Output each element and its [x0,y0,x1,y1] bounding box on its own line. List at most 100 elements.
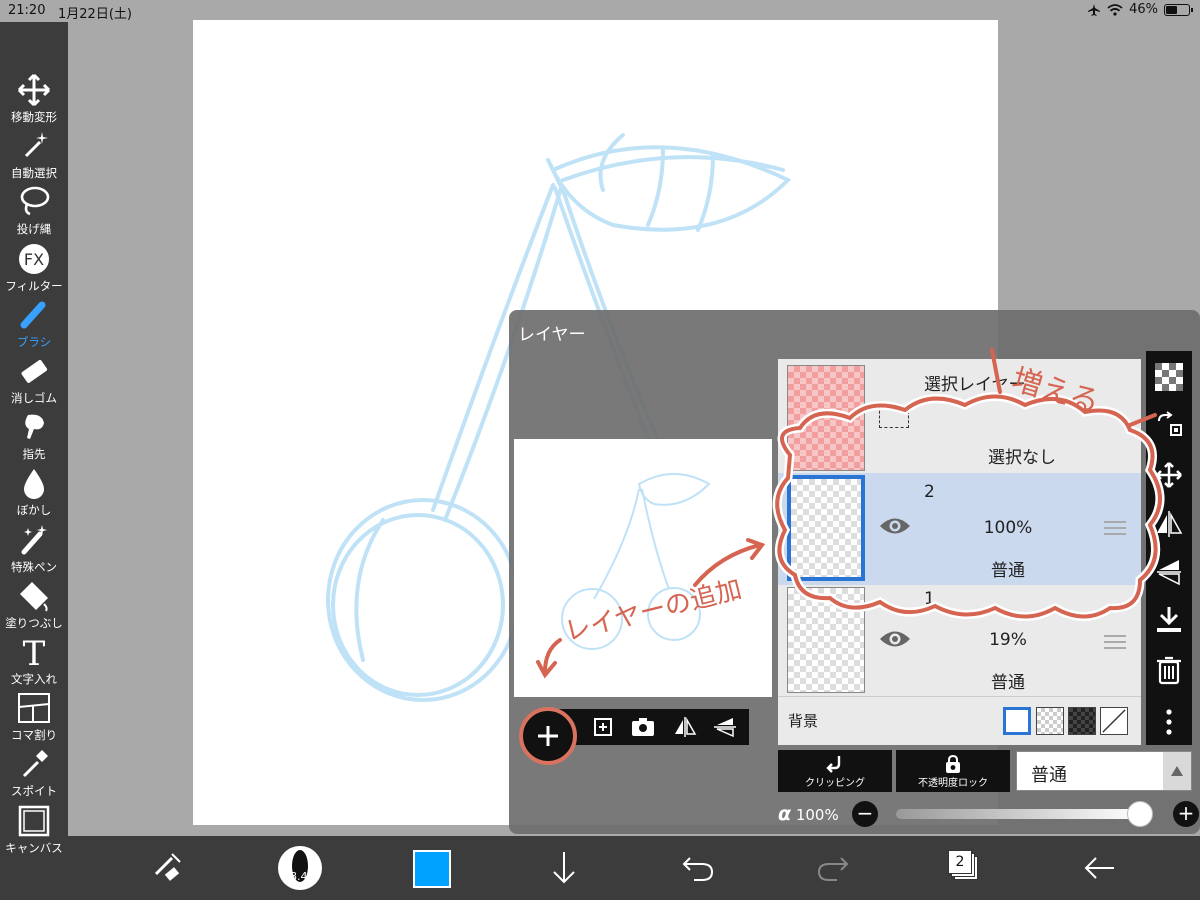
bottom-toolbar: 8.4 2 [68,836,1200,900]
plus-icon [538,726,558,746]
layer-swap-icon[interactable] [1155,411,1183,441]
tool-label: 投げ縄 [16,222,52,236]
more-options-icon[interactable] [1155,707,1183,737]
brush-size-button[interactable]: 8.4 [278,846,322,890]
layer-opacity: 19% [989,630,1027,650]
opacity-row: α 100% − + [778,799,1199,829]
tool-fx[interactable]: FX フィルター [0,241,68,297]
tool-blur[interactable]: ぼかし [0,465,68,521]
tool-move[interactable]: 移動変形 [0,72,68,128]
blend-mode-arrow-icon [1163,752,1191,790]
tool-eyedropper[interactable]: スポイト [0,746,68,802]
merge-down-icon[interactable] [1155,605,1183,635]
tool-finger[interactable]: 指先 [0,409,68,465]
layer-preview [514,439,772,697]
color-swatch[interactable] [413,850,451,888]
background-none-swatch[interactable] [1100,707,1128,735]
opacity-decrease-button[interactable]: − [852,801,878,827]
layer-count: 2 [948,850,972,874]
tool-magic-wand[interactable]: 自動選択 [0,128,68,184]
fx-icon: FX [19,244,49,274]
tool-special-pen[interactable]: 特殊ペン [0,522,68,578]
layer-name: 2 [924,482,935,502]
battery-icon [1164,3,1193,16]
blur-icon [24,469,44,499]
battery-percent: 46% [1129,2,1158,17]
layer-row-1[interactable]: 1 19% 普通 [778,585,1141,696]
down-arrow-icon[interactable] [548,848,580,888]
drag-handle-icon[interactable] [1104,635,1126,649]
layers-button[interactable]: 2 [948,850,980,882]
tool-label: 移動変形 [11,110,57,124]
layer-flip-horizontal-icon[interactable] [1155,509,1183,539]
background-white-swatch[interactable] [1003,707,1031,735]
tool-brush[interactable]: ブラシ [0,297,68,353]
move-icon [17,73,51,107]
layer-flip-vertical-icon[interactable] [1155,557,1183,587]
background-label: 背景 [788,712,819,730]
alpha-lock-button[interactable]: 不透明度ロック [896,750,1010,792]
svg-text:FX: FX [24,250,44,269]
magic-wand-icon [24,132,48,158]
tool-fill[interactable]: 塗りつぶし [0,578,68,634]
tool-label: 消しゴム [11,391,57,405]
background-dark-swatch[interactable] [1068,707,1096,735]
tool-label: ぼかし [16,503,52,517]
undo-icon[interactable] [680,848,716,888]
blend-mode-select[interactable]: 普通 [1016,751,1192,791]
svg-text:T: T [23,634,46,670]
flip-horizontal-icon[interactable] [673,716,697,738]
selection-layer-status: 選択なし [988,448,1056,468]
flip-vertical-icon[interactable] [713,716,737,738]
tool-canvas[interactable]: キャンバス [0,803,68,859]
airplane-icon [1088,3,1101,16]
tool-label: 塗りつぶし [5,616,63,630]
tool-text[interactable]: T 文字入れ [0,634,68,690]
tool-lasso[interactable]: 投げ縄 [0,184,68,240]
preview-sketch [561,473,711,650]
layer-thumbnail [787,587,865,693]
alpha-symbol: α [778,803,792,825]
back-arrow-icon[interactable] [1080,848,1120,888]
status-indicators: 46% [1087,2,1193,17]
eye-icon[interactable] [878,628,912,650]
alpha-lock-label: 不透明度ロック [918,778,988,789]
clipping-button[interactable]: クリッピング [778,750,892,792]
status-time: 21:20 [8,3,46,18]
layer-panel-title: レイヤー [518,325,586,345]
tool-frame-divide[interactable]: コマ割り [0,690,68,746]
tool-label: 自動選択 [11,166,57,180]
tool-label: 特殊ペン [11,560,57,574]
redo-icon[interactable] [815,848,851,888]
layer-row-2[interactable]: 2 100% 普通 [778,473,1141,585]
background-transparent-swatch[interactable] [1036,707,1064,735]
opacity-slider[interactable] [896,801,1153,827]
finger-icon [25,414,44,439]
layer-move-icon[interactable] [1155,461,1183,489]
layer-side-toolbar [1146,351,1192,745]
camera-icon[interactable] [631,717,655,737]
drag-handle-icon[interactable] [1104,521,1126,535]
tool-label: 文字入れ [11,672,57,686]
opacity-increase-button[interactable]: + [1173,801,1199,827]
tool-label: スポイト [11,784,57,798]
tool-label: ブラシ [16,335,52,349]
brush-icon [20,301,46,329]
layer-blend-mode: 普通 [991,561,1025,581]
background-row: 背景 [778,696,1141,745]
undo-tool-switch-icon[interactable] [150,848,186,884]
eye-icon[interactable] [878,515,912,537]
trash-icon[interactable] [1155,655,1183,685]
lasso-icon [20,186,50,216]
tool-eraser[interactable]: 消しゴム [0,353,68,409]
clipping-arrow-icon [826,756,841,773]
special-pen-icon [21,525,47,555]
opacity-slider-knob[interactable] [1127,801,1153,827]
add-layer-button[interactable] [519,707,577,765]
frame-divide-icon [18,693,50,723]
checker-fill-icon[interactable] [1155,363,1183,391]
add-special-layer-icon[interactable] [593,717,613,737]
selection-marquee-icon [879,406,909,428]
tool-label: フィルター [5,279,63,293]
tool-label: コマ割り [11,728,57,742]
